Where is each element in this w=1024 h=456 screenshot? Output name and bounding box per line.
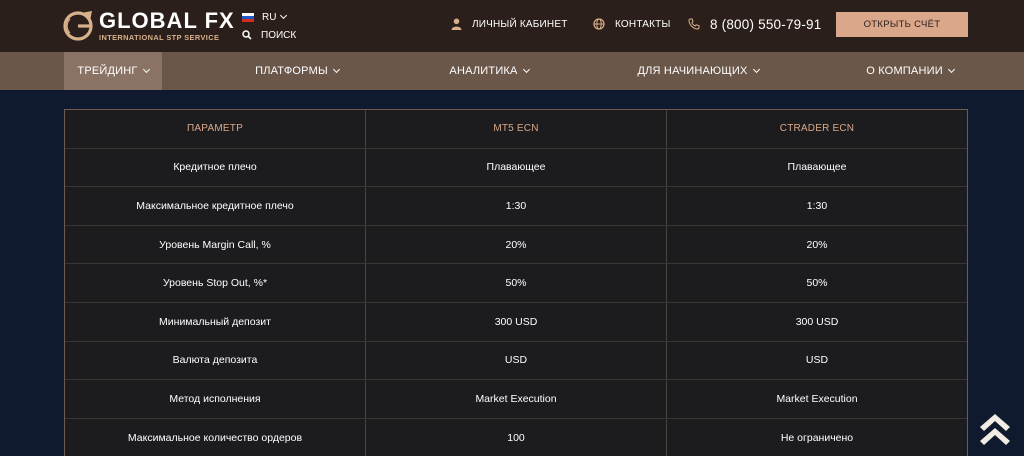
table-cell: USD bbox=[666, 341, 967, 380]
nav-item-beginners[interactable]: ДЛЯ НАЧИНАЮЩИХ bbox=[630, 52, 766, 90]
phone-link[interactable]: 8 (800) 550-79-91 bbox=[688, 16, 821, 32]
user-icon bbox=[451, 18, 462, 30]
table-row: Кредитное плечо Плавающее Плавающее bbox=[65, 148, 967, 188]
chevron-down-icon bbox=[522, 65, 530, 74]
table-row: Максимальное кредитное плечо 1:30 1:30 bbox=[65, 187, 967, 226]
account-link[interactable]: ЛИЧНЫЙ КАБИНЕТ bbox=[451, 16, 568, 32]
nav-item-label: ТРЕЙДИНГ bbox=[77, 65, 138, 77]
table-cell: 50% bbox=[365, 264, 666, 302]
nav-item-analytics[interactable]: АНАЛИТИКА bbox=[440, 52, 538, 90]
table-cell: Максимальное кредитное плечо bbox=[136, 199, 294, 212]
table-row: Максимальное количество ордеров 100 Не о… bbox=[65, 418, 967, 456]
nav-item-platforms[interactable]: ПЛАТФОРМЫ bbox=[247, 52, 347, 90]
table-header-row: ПАРАМЕТР MT5 ECN CTRADER ECN bbox=[65, 110, 967, 149]
table-cell: Плавающее bbox=[666, 148, 967, 187]
table-cell: USD bbox=[365, 341, 666, 380]
contacts-link[interactable]: КОНТАКТЫ bbox=[593, 16, 671, 32]
language-label: RU bbox=[262, 11, 277, 23]
table-row: Уровень Margin Call, % 20% 20% bbox=[65, 225, 967, 265]
nav-item-label: ДЛЯ НАЧИНАЮЩИХ bbox=[637, 65, 748, 77]
table-cell: Уровень Stop Out, %* bbox=[162, 277, 268, 290]
table-cell: Уровень Margin Call, % bbox=[159, 238, 271, 251]
table-cell: Максимальное количество ордеров bbox=[127, 431, 303, 444]
page: GLOBAL FX INTERNATIONAL STP SERVICE RU П… bbox=[0, 0, 1024, 456]
column-header: CTRADER ECN bbox=[666, 110, 967, 148]
table-cell: 20% bbox=[666, 225, 967, 264]
table-cell: 50% bbox=[666, 264, 967, 302]
nav-item-label: О КОМПАНИИ bbox=[866, 65, 943, 77]
chevron-down-icon bbox=[332, 65, 340, 74]
globe-icon bbox=[593, 18, 605, 30]
language-selector[interactable]: RU bbox=[242, 10, 288, 24]
logo-tagline: INTERNATIONAL STP SERVICE bbox=[99, 33, 220, 42]
column-header: ПАРАМЕТР bbox=[187, 123, 243, 135]
chevron-down-icon bbox=[947, 65, 955, 74]
phone-icon bbox=[688, 18, 700, 30]
logo-name: GLOBAL FX bbox=[99, 8, 235, 33]
nav-item-trading[interactable]: ТРЕЙДИНГ bbox=[64, 52, 162, 90]
table-cell: 300 USD bbox=[365, 303, 666, 341]
table-row: Уровень Stop Out, %* 50% 50% bbox=[65, 264, 967, 303]
main-nav: ТРЕЙДИНГ ПЛАТФОРМЫ АНАЛИТИКА ДЛЯ НАЧИНАЮ… bbox=[0, 52, 1024, 90]
column-header: MT5 ECN bbox=[365, 110, 666, 148]
search-label: ПОИСК bbox=[261, 29, 297, 41]
chevron-down-icon bbox=[752, 65, 760, 74]
table-cell: Market Execution bbox=[666, 380, 967, 418]
account-comparison-table: ПАРАМЕТР MT5 ECN CTRADER ECN Кредитное п… bbox=[64, 109, 968, 456]
search-link[interactable]: ПОИСК bbox=[242, 28, 296, 42]
double-chevron-up-icon[interactable] bbox=[976, 410, 1014, 448]
nav-item-label: АНАЛИТИКА bbox=[449, 65, 518, 77]
russia-flag-icon bbox=[242, 12, 254, 22]
table-cell: 100 bbox=[365, 418, 666, 456]
table-cell: Валюта депозита bbox=[172, 354, 258, 367]
table-cell: 300 USD bbox=[666, 303, 967, 341]
site-header: GLOBAL FX INTERNATIONAL STP SERVICE RU П… bbox=[0, 0, 1024, 52]
table-cell: Минимальный депозит bbox=[159, 315, 271, 328]
open-account-button[interactable]: ОТКРЫТЬ СЧЁТ bbox=[836, 12, 968, 37]
table-cell: Плавающее bbox=[365, 148, 666, 187]
chevron-down-icon bbox=[280, 11, 288, 20]
nav-item-label: ПЛАТФОРМЫ bbox=[255, 65, 328, 77]
table-row: Метод исполнения Market Execution Market… bbox=[65, 380, 967, 419]
phone-number: 8 (800) 550-79-91 bbox=[710, 16, 822, 32]
table-cell: 1:30 bbox=[666, 187, 967, 225]
contacts-link-label: КОНТАКТЫ bbox=[615, 18, 671, 30]
table-cell: Метод исполнения bbox=[169, 392, 261, 405]
table-cell: 1:30 bbox=[365, 187, 666, 225]
chevron-down-icon bbox=[142, 65, 150, 74]
globe-g-logo-icon bbox=[63, 11, 93, 41]
nav-item-about[interactable]: О КОМПАНИИ bbox=[858, 52, 962, 90]
table-row: Валюта депозита USD USD bbox=[65, 341, 967, 381]
logo[interactable]: GLOBAL FX INTERNATIONAL STP SERVICE bbox=[62, 9, 234, 43]
table-cell: Market Execution bbox=[365, 380, 666, 418]
table-row: Минимальный депозит 300 USD 300 USD bbox=[65, 303, 967, 342]
account-link-label: ЛИЧНЫЙ КАБИНЕТ bbox=[472, 18, 568, 30]
table-cell: Кредитное плечо bbox=[173, 161, 257, 174]
table-cell: Не ограничено bbox=[666, 418, 967, 456]
search-icon bbox=[242, 30, 252, 40]
table-cell: 20% bbox=[365, 225, 666, 264]
